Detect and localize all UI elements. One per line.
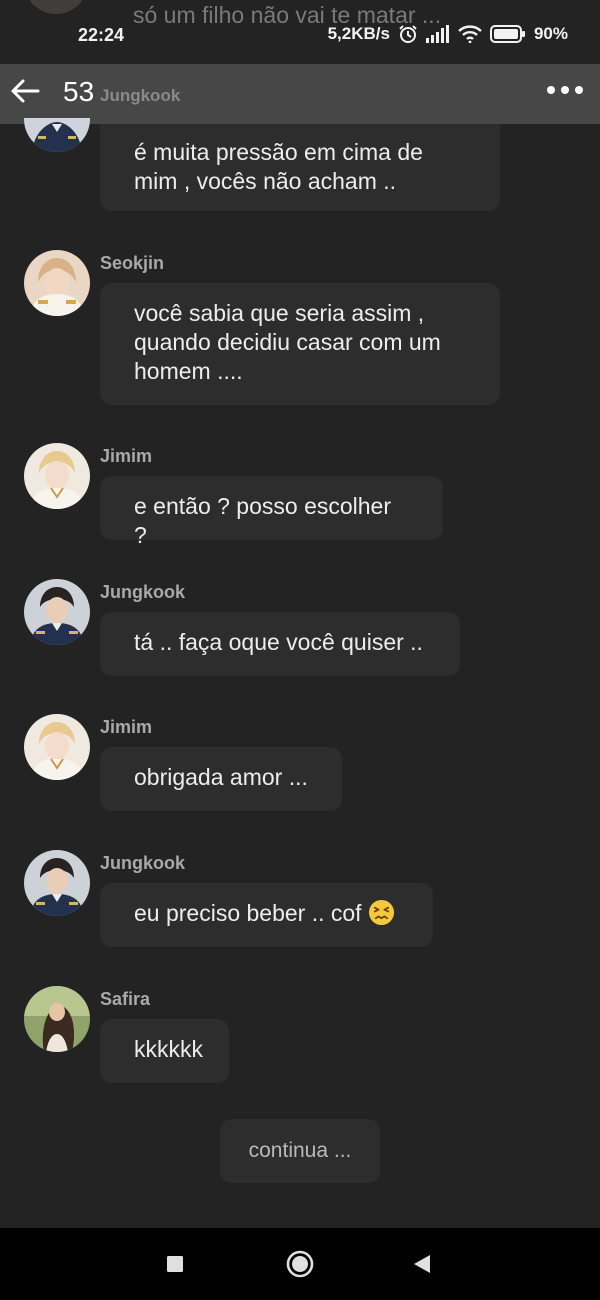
message-line: eu preciso beber .. cof	[134, 900, 362, 926]
page-title: 53	[63, 76, 95, 107]
square-icon[interactable]	[158, 1247, 192, 1281]
message-author: Safira	[100, 989, 151, 1009]
more-dots-icon[interactable]	[544, 76, 586, 104]
message-line: homem ....	[134, 358, 243, 384]
message-author: Jimim	[100, 446, 153, 466]
avatar[interactable]	[24, 986, 90, 1052]
status-time: 22:24	[78, 25, 125, 45]
avatar[interactable]	[24, 850, 90, 916]
message-line: quando decidiu casar com um	[134, 329, 441, 355]
message-line: é muita pressão em cima de	[134, 139, 423, 165]
arrow-left-icon[interactable]	[8, 74, 42, 108]
message-bubble[interactable]: é muita pressão em cima de mim , vocês n…	[100, 124, 500, 211]
message-line: kkkkkk	[134, 1036, 203, 1062]
message-bubble[interactable]: tá .. faça oque você quiser ..	[100, 612, 460, 676]
status-bar: 22:24 5,2KB/s 90%	[0, 0, 600, 64]
message-bubble[interactable]: você sabia que seria assim , quando deci…	[100, 283, 500, 405]
system-nav-bar	[0, 1228, 600, 1300]
wifi-icon	[458, 25, 482, 43]
avatar	[24, 118, 90, 152]
message-line: mim , vocês não acham ..	[134, 168, 397, 194]
message-bubble[interactable]: e então ? posso escolher ?	[100, 476, 443, 548]
message-author: Seokjin	[100, 253, 165, 273]
message-line: tá .. faça oque você quiser ..	[134, 629, 423, 655]
circle-icon[interactable]	[283, 1247, 317, 1281]
continue-button[interactable]: continua ...	[220, 1119, 380, 1183]
network-speed: 5,2KB/s	[327, 24, 390, 43]
triangle-back-icon[interactable]	[405, 1247, 439, 1281]
message-line: e então ? posso escolher ?	[134, 493, 392, 548]
message-author: Jungkook	[100, 86, 181, 105]
confounded-face-emoji	[368, 899, 395, 926]
message-bubble[interactable]: obrigada amor ...	[100, 747, 342, 811]
avatar[interactable]	[24, 579, 90, 645]
battery-icon	[489, 25, 525, 43]
alarm-icon	[399, 25, 417, 43]
message-author: Jimim	[100, 717, 153, 737]
avatar[interactable]	[24, 714, 90, 780]
signal-icon	[425, 25, 449, 43]
message-author: Jungkook	[100, 853, 186, 873]
app-bar: 53	[0, 64, 600, 124]
avatar[interactable]	[24, 443, 90, 509]
battery-percent: 90%	[533, 24, 568, 43]
message-author: Jungkook	[100, 582, 186, 602]
message-bubble[interactable]: eu preciso beber .. cof	[100, 883, 433, 947]
message-bubble[interactable]: kkkkkk	[100, 1019, 229, 1083]
message-line: obrigada amor ...	[134, 764, 308, 790]
continue-label: continua ...	[248, 1139, 352, 1162]
message-line: você sabia que seria assim ,	[134, 300, 425, 326]
avatar[interactable]	[24, 250, 90, 316]
